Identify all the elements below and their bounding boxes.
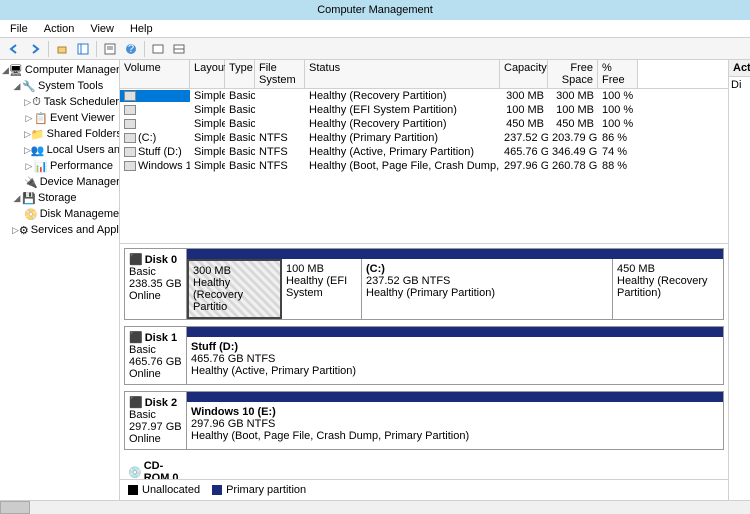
volume-row[interactable]: SimpleBasicHealthy (Recovery Partition)4… [120,117,728,131]
disk0-part-c[interactable]: (C:)237.52 GB NTFSHealthy (Primary Parti… [362,259,613,319]
tree-task-scheduler[interactable]: ▷⏱Task Scheduler [0,94,119,110]
menu-bar: File Action View Help [0,20,750,38]
volume-row[interactable]: Stuff (D:)SimpleBasicNTFSHealthy (Active… [120,145,728,159]
back-button[interactable] [4,40,24,58]
disk0-part-recovery1[interactable]: 300 MBHealthy (Recovery Partitio [187,259,282,319]
settings-button[interactable] [148,40,168,58]
actions-item[interactable]: Di [729,77,750,93]
actions-pane: Act Di [728,60,750,500]
window-titlebar: Computer Management [0,0,750,20]
svg-text:?: ? [128,43,134,55]
volume-header: Volume Layout Type File System Status Ca… [120,60,728,89]
volume-list: Volume Layout Type File System Status Ca… [120,60,728,244]
legend: Unallocated Primary partition [120,479,728,500]
menu-action[interactable]: Action [38,23,81,35]
actions-header: Act [729,60,750,77]
tree-root[interactable]: ◢🖥Computer Management (Local [0,62,119,78]
up-button[interactable] [52,40,72,58]
col-capacity[interactable]: Capacity [500,60,548,88]
col-status[interactable]: Status [305,60,500,88]
volume-row[interactable]: Windows 10 (E:)SimpleBasicNTFSHealthy (B… [120,159,728,173]
disk-0-label: ⬛Disk 0 Basic238.35 GBOnline [125,249,187,319]
disk0-part-recovery2[interactable]: 450 MBHealthy (Recovery Partition) [613,259,723,319]
disk-icon: 📀 [24,207,38,221]
volume-row[interactable]: SimpleBasicHealthy (Recovery Partition)3… [120,89,728,103]
tree-scrollbar[interactable] [0,500,750,514]
list-button[interactable] [169,40,189,58]
disk-1[interactable]: ⬛Disk 1 Basic465.76 GBOnline Stuff (D:)4… [124,326,724,385]
tree-disk-management[interactable]: 📀Disk Management [0,206,119,222]
window-title: Computer Management [317,4,433,16]
properties-button[interactable] [100,40,120,58]
legend-unallocated: Unallocated [128,484,200,496]
cdrom-0[interactable]: 💿CD-ROM 0 DVD (F:)No Media [124,456,724,479]
menu-help[interactable]: Help [124,23,159,35]
tree-services[interactable]: ▷⚙Services and Applications [0,222,119,238]
disk-graphical-view: ⬛Disk 0 Basic238.35 GBOnline 300 MBHealt… [120,244,728,479]
nav-tree[interactable]: ◢🖥Computer Management (Local ◢🔧System To… [0,60,120,500]
folder-icon: 📁 [31,127,45,141]
col-type[interactable]: Type [225,60,255,88]
perf-icon: 📊 [34,159,48,173]
cdrom-0-label: 💿CD-ROM 0 DVD (F:)No Media [124,456,186,479]
menu-file[interactable]: File [4,23,34,35]
disk2-part-e[interactable]: Windows 10 (E:)297.96 GB NTFSHealthy (Bo… [187,402,723,449]
disk1-part-d[interactable]: Stuff (D:)465.76 GB NTFSHealthy (Active,… [187,337,723,384]
col-filesystem[interactable]: File System [255,60,305,88]
disk-icon: ⬛ [129,331,143,344]
clock-icon: ⏱ [31,95,41,109]
volume-row[interactable]: (C:)SimpleBasicNTFSHealthy (Primary Part… [120,131,728,145]
menu-view[interactable]: View [84,23,120,35]
tree-device-manager[interactable]: 🔌Device Manager [0,174,119,190]
help-button[interactable]: ? [121,40,141,58]
disk0-part-efi[interactable]: 100 MBHealthy (EFI System [282,259,362,319]
disk-1-label: ⬛Disk 1 Basic465.76 GBOnline [125,327,187,384]
tree-storage[interactable]: ◢💾Storage [0,190,119,206]
volume-row[interactable]: SimpleBasicHealthy (EFI System Partition… [120,103,728,117]
show-hide-tree-button[interactable] [73,40,93,58]
storage-icon: 💾 [22,191,36,205]
toolbar: ? [0,38,750,60]
forward-button[interactable] [25,40,45,58]
users-icon: 👥 [31,143,45,157]
device-icon: 🔌 [24,175,38,189]
tree-event-viewer[interactable]: ▷📋Event Viewer [0,110,119,126]
legend-primary: Primary partition [212,484,306,496]
cdrom-icon: 💿 [128,466,142,479]
disk-2-label: ⬛Disk 2 Basic297.97 GBOnline [125,392,187,449]
col-volume[interactable]: Volume [120,60,190,88]
disk-2[interactable]: ⬛Disk 2 Basic297.97 GBOnline Windows 10 … [124,391,724,450]
event-icon: 📋 [34,111,48,125]
col-pctfree[interactable]: % Free [598,60,638,88]
computer-icon: 🖥 [9,63,23,77]
tools-icon: 🔧 [22,79,36,93]
tree-shared-folders[interactable]: ▷📁Shared Folders [0,126,119,142]
disk-0[interactable]: ⬛Disk 0 Basic238.35 GBOnline 300 MBHealt… [124,248,724,320]
tree-performance[interactable]: ▷📊Performance [0,158,119,174]
tree-system-tools[interactable]: ◢🔧System Tools [0,78,119,94]
tree-local-users[interactable]: ▷👥Local Users and Groups [0,142,119,158]
disk-icon: ⬛ [129,396,143,409]
services-icon: ⚙ [19,223,29,237]
col-layout[interactable]: Layout [190,60,225,88]
col-freespace[interactable]: Free Space [548,60,598,88]
disk-icon: ⬛ [129,253,143,266]
